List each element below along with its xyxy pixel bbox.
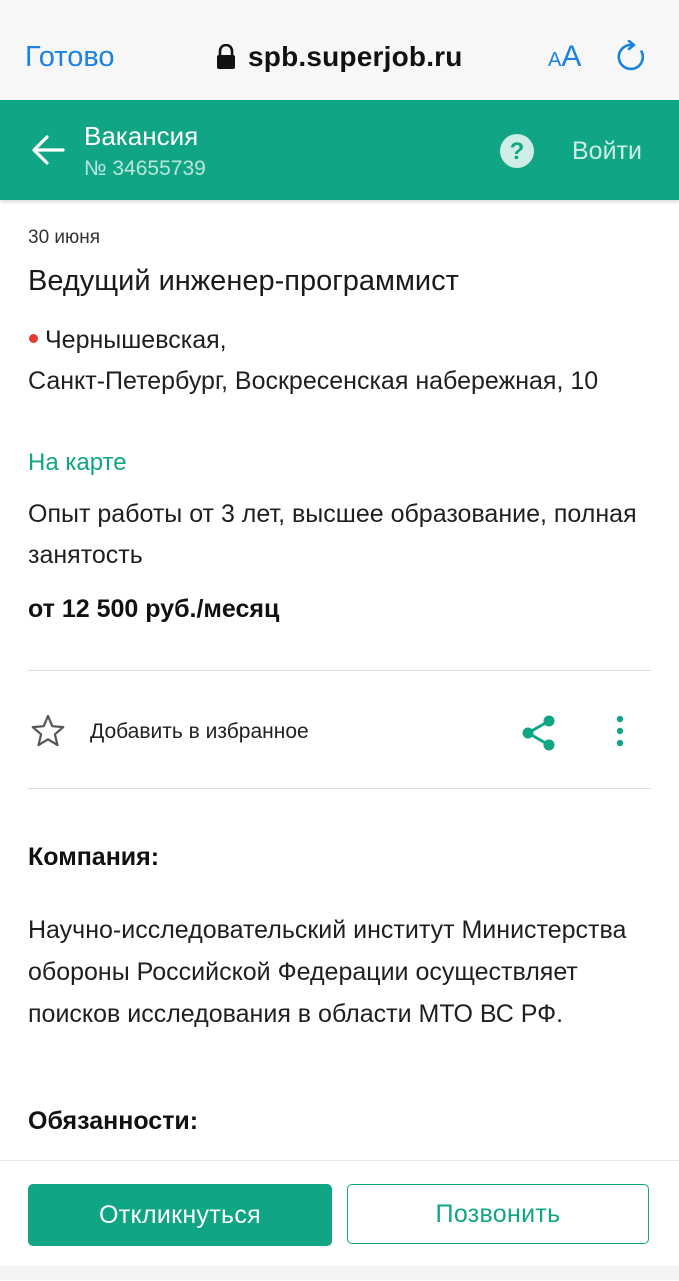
bottom-action-bar: Откликнуться Позвонить: [0, 1160, 679, 1281]
divider: [28, 788, 651, 789]
company-heading: Компания:: [28, 843, 160, 871]
done-button[interactable]: Готово: [25, 40, 115, 74]
url-text: spb.superjob.ru: [248, 41, 463, 72]
job-title: Ведущий инженер-программист: [28, 265, 459, 297]
call-button[interactable]: Позвонить: [347, 1184, 649, 1244]
header-title: Вакансия: [84, 121, 199, 151]
divider: [28, 670, 651, 671]
home-indicator-area: [0, 1266, 679, 1280]
requirements: Опыт работы от 3 лет, высшее образование…: [28, 500, 637, 569]
salary: от 12 500 руб./месяц: [28, 595, 280, 623]
publish-date: 30 июня: [28, 227, 101, 248]
text-size-small-label: A: [548, 49, 562, 71]
street-address: Санкт-Петербург, Воскресенская набережна…: [28, 367, 599, 395]
add-to-favorites-label[interactable]: Добавить в избранное: [90, 718, 309, 746]
star-icon[interactable]: [30, 713, 66, 749]
metro-station: Чернышевская,: [45, 326, 227, 354]
more-vertical-icon[interactable]: [609, 713, 631, 751]
duties-heading: Обязанности:: [28, 1107, 199, 1135]
browser-toolbar: Готово spb.superjob.ru AA: [0, 0, 679, 100]
help-icon[interactable]: ?: [499, 133, 535, 169]
company-description: Научно-исследовательский институт Минист…: [28, 916, 627, 1028]
lock-icon: [217, 44, 235, 69]
text-size-button[interactable]: AA: [548, 38, 581, 81]
map-link[interactable]: На карте: [28, 447, 127, 479]
address-bar[interactable]: spb.superjob.ru: [216, 38, 463, 76]
respond-button[interactable]: Откликнуться: [28, 1184, 332, 1246]
text-size-big-label: A: [561, 40, 582, 73]
vacancy-number: № 34655739: [84, 157, 206, 180]
address-block: Чернышевская, Санкт-Петербург, Воскресен…: [28, 320, 628, 402]
reload-icon[interactable]: [615, 40, 649, 74]
share-icon[interactable]: [520, 714, 558, 752]
back-arrow-icon[interactable]: [30, 133, 66, 167]
login-button[interactable]: Войти: [572, 136, 642, 166]
svg-text:?: ?: [510, 138, 525, 165]
app-header: Вакансия № 34655739 ? Войти: [0, 100, 679, 200]
